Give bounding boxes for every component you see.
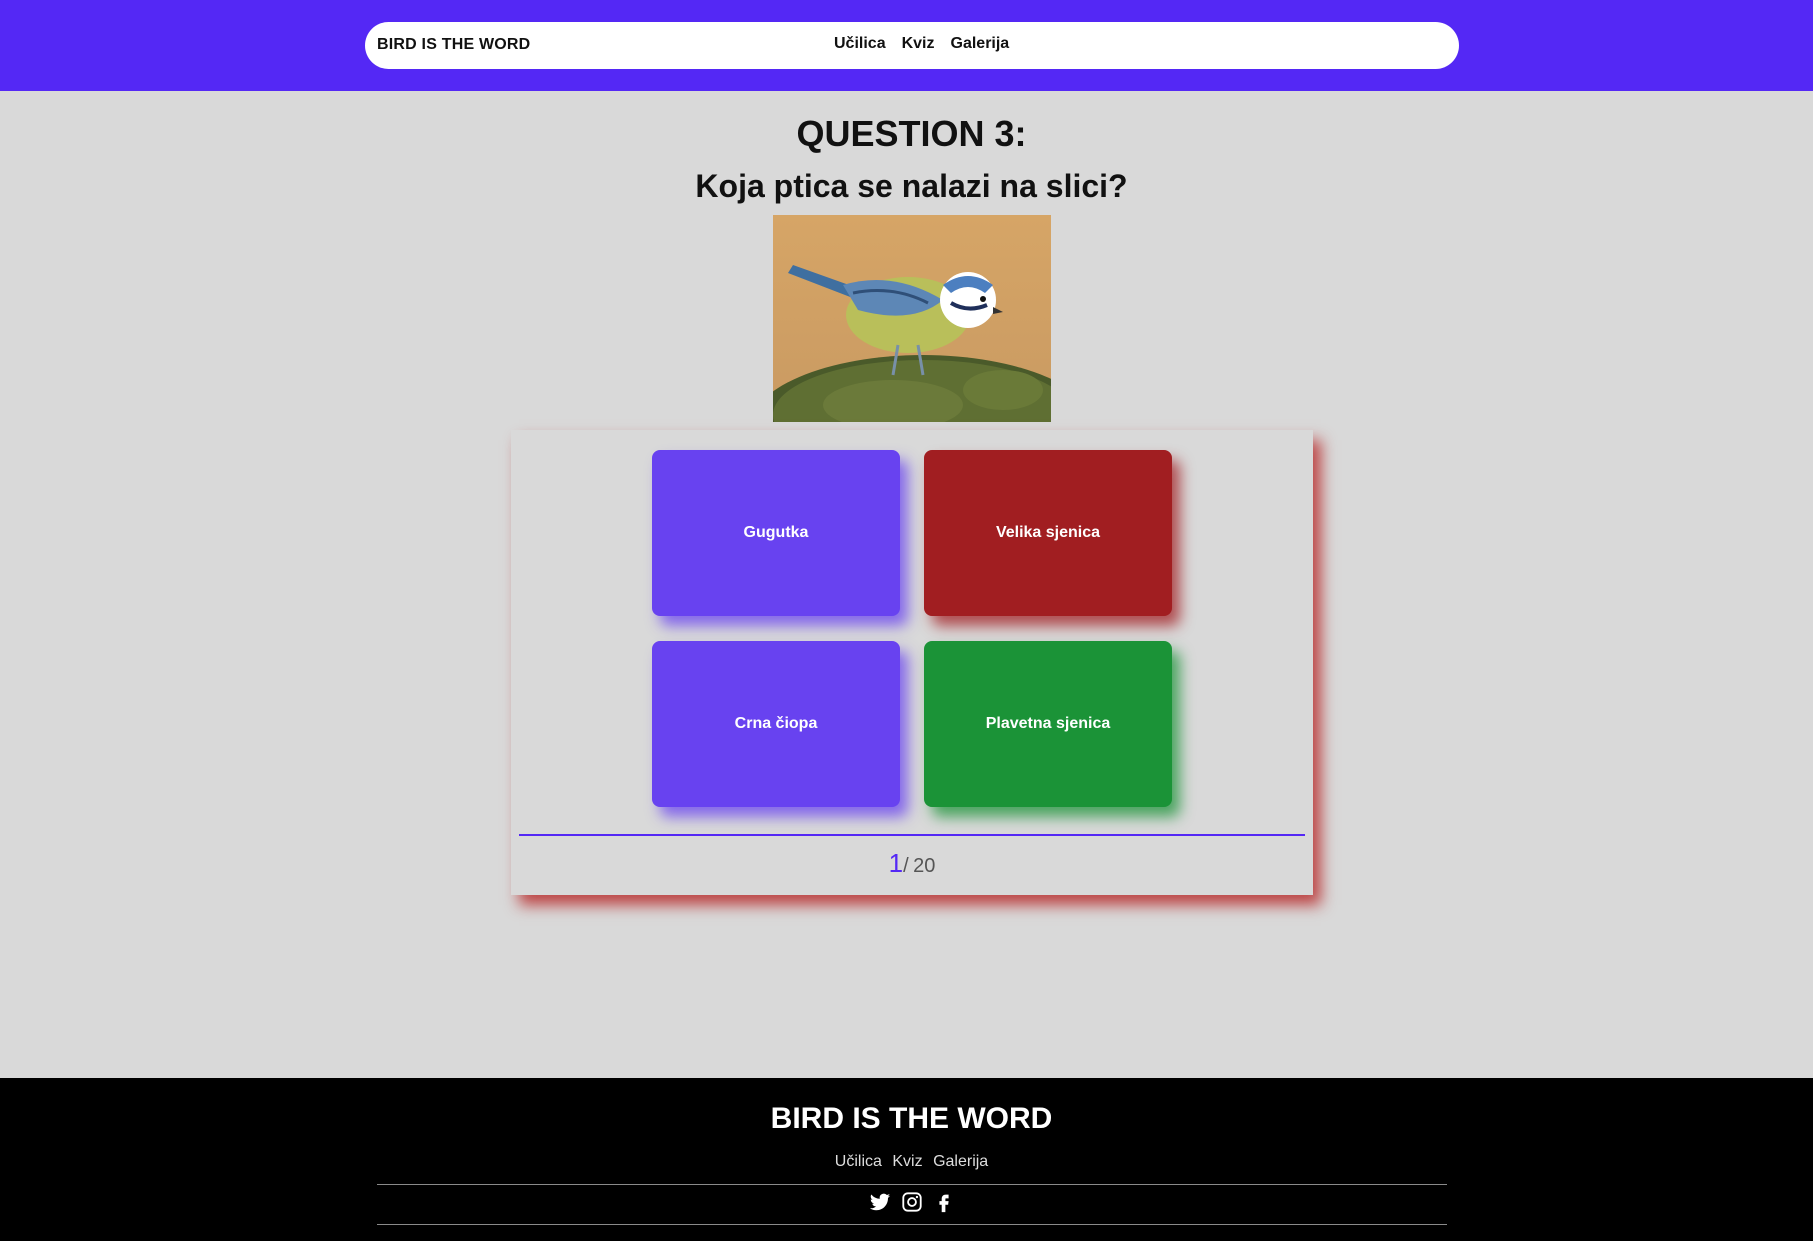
brand-logo[interactable]: BIRD IS THE WORD [377, 36, 530, 54]
answer-button-2[interactable]: Velika sjenica [924, 450, 1172, 616]
facebook-icon[interactable] [933, 1191, 955, 1213]
footer-divider-bottom [377, 1224, 1447, 1225]
instagram-icon[interactable] [901, 1191, 923, 1213]
footer-links: Učilica Kviz Galerija [0, 1153, 1813, 1171]
nav-link-ucilica[interactable]: Učilica [834, 35, 886, 53]
question-progress: 1/ 20 [511, 848, 1313, 879]
footer: BIRD IS THE WORD Učilica Kviz Galerija [0, 1078, 1813, 1241]
twitter-icon[interactable] [869, 1191, 891, 1213]
progress-total: 20 [913, 855, 936, 877]
answer-button-3[interactable]: Crna čiopa [652, 641, 900, 807]
question-number: QUESTION 3: [796, 113, 1027, 154]
answer-label: Crna čiopa [734, 715, 818, 732]
nav-link-kviz[interactable]: Kviz [902, 35, 935, 53]
answer-button-1[interactable]: Gugutka [652, 450, 900, 616]
answers-panel: Gugutka Velika sjenica Crna čiopa Plavet… [511, 430, 1313, 895]
footer-divider-top [377, 1184, 1447, 1185]
bird-image [773, 215, 1051, 422]
answer-label: Gugutka [743, 524, 809, 541]
progress-divider [519, 834, 1305, 836]
answer-label: Velika sjenica [995, 524, 1101, 541]
progress-current: 1 [888, 848, 904, 878]
answer-label: Plavetna sjenica [985, 715, 1111, 732]
nav-links: Učilica Kviz Galerija [834, 35, 1009, 53]
question-text: Koja ptica se nalazi na slici? [695, 168, 1128, 204]
answer-button-4[interactable]: Plavetna sjenica [924, 641, 1172, 807]
nav-pill: BIRD IS THE WORD Učilica Kviz Galerija [365, 22, 1459, 69]
social-links [0, 1191, 1813, 1213]
top-navbar: BIRD IS THE WORD Učilica Kviz Galerija [0, 0, 1813, 91]
progress-separator: / [903, 855, 909, 877]
footer-link-ucilica[interactable]: Učilica [835, 1153, 882, 1170]
footer-link-galerija[interactable]: Galerija [933, 1153, 988, 1170]
footer-title: BIRD IS THE WORD [770, 1102, 1053, 1135]
footer-link-kviz[interactable]: Kviz [892, 1153, 922, 1170]
nav-link-galerija[interactable]: Galerija [951, 35, 1010, 53]
